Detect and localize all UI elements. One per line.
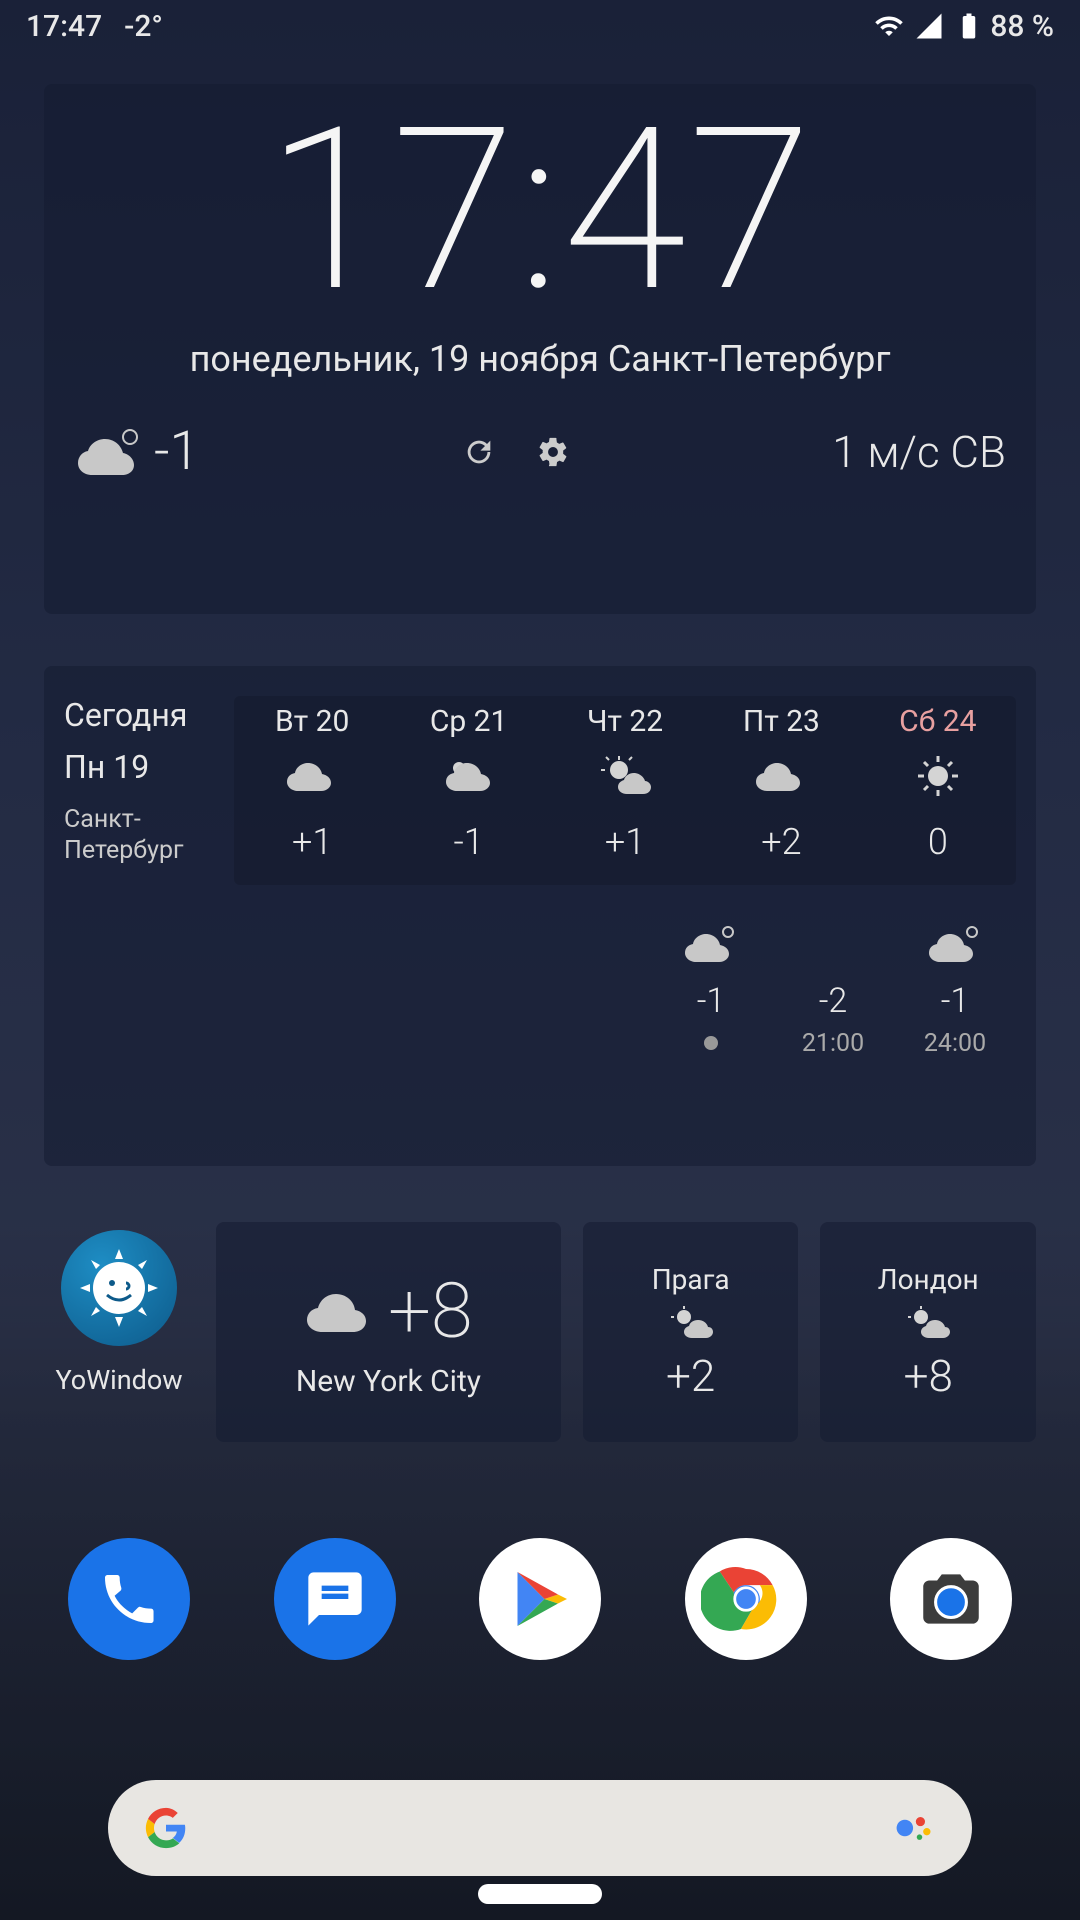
status-bar: 17:47 -2° 88 % (0, 0, 1080, 52)
hourly-temp: -1 (650, 981, 772, 1021)
current-temp: -1 (154, 420, 199, 483)
forecast-days-row: Вт 20 +1 Ср 21 -1 Чт 22 +1 Пт 23 +2 Сб 2… (234, 696, 1016, 885)
forecast-day[interactable]: Пт 23 +2 (703, 704, 859, 863)
forecast-day-label: Чт 22 (547, 704, 703, 739)
sun-icon (860, 753, 1016, 799)
forecast-day-label: Вт 20 (234, 704, 390, 739)
google-search-bar[interactable] (108, 1780, 972, 1876)
clock-date-city: понедельник, 19 ноября Санкт-Петербург (74, 338, 1006, 380)
wind-info: 1 м/с СВ (832, 426, 1006, 478)
gear-icon[interactable] (536, 435, 570, 469)
forecast-day[interactable]: Ср 21 -1 (390, 704, 546, 863)
cloud-icon (703, 753, 859, 799)
forecast-today-section: Сегодня Пн 19 Санкт- Петербург (64, 696, 234, 867)
forecast-day-temp: +1 (234, 821, 390, 863)
city-widget-small[interactable]: Прага +2 (583, 1222, 799, 1442)
forecast-day[interactable]: Вт 20 +1 (234, 704, 390, 863)
hourly-now-indicator (650, 1029, 772, 1057)
forecast-today-label: Сегодня (64, 696, 234, 734)
cellular-icon (914, 11, 944, 41)
current-weather: -1 (74, 420, 199, 483)
forecast-day[interactable]: Сб 24 0 (860, 704, 1016, 863)
app-play-store[interactable] (479, 1538, 601, 1660)
google-logo-icon (144, 1806, 188, 1850)
cloud-icon (304, 1288, 376, 1334)
hourly-cell[interactable]: -2 21:00 (772, 921, 894, 1057)
hourly-time: 21:00 (772, 1029, 894, 1057)
hourly-forecast-row: -1 -2 21:00 -1 24:00 (64, 921, 1016, 1057)
cloud-moon-icon (894, 921, 1016, 967)
battery-indicator: 88 % (954, 9, 1054, 44)
city-name: New York City (296, 1364, 481, 1399)
forecast-day-temp: -1 (390, 821, 546, 863)
status-bar-right: 88 % (874, 9, 1054, 44)
forecast-city: Санкт- Петербург (64, 804, 234, 867)
city-temp: +8 (904, 1350, 953, 1402)
wifi-icon (874, 11, 904, 41)
partly-cloud-icon (390, 753, 546, 799)
app-messages[interactable] (274, 1538, 396, 1660)
city-widget-small[interactable]: Лондон +8 (820, 1222, 1036, 1442)
forecast-today-day: Пн 19 (64, 748, 234, 786)
forecast-day-label: Пт 23 (703, 704, 859, 739)
forecast-day-temp: 0 (860, 821, 1016, 863)
battery-percent: 88 % (990, 9, 1054, 44)
status-bar-left: 17:47 -2° (26, 9, 163, 44)
forecast-day-label: Сб 24 (860, 704, 1016, 739)
assistant-icon[interactable] (892, 1806, 936, 1850)
forecast-day-label: Ср 21 (390, 704, 546, 739)
hourly-temp: -2 (772, 981, 894, 1021)
forecast-day-temp: +2 (703, 821, 859, 863)
app-dock (68, 1538, 1012, 1660)
mini-widgets-row: YoWindow +8 New York City Прага +2 Лондо… (44, 1222, 1036, 1468)
yowindow-icon (61, 1230, 177, 1346)
sun-cloud-icon (666, 1306, 716, 1342)
forecast-day[interactable]: Чт 22 +1 (547, 704, 703, 863)
navigation-home-pill[interactable] (478, 1884, 602, 1904)
hourly-cell[interactable]: -1 24:00 (894, 921, 1016, 1057)
hourly-temp: -1 (894, 981, 1016, 1021)
hourly-cell[interactable]: -1 (650, 921, 772, 1057)
status-temp: -2° (124, 9, 163, 44)
city-name: Прага (652, 1263, 730, 1296)
city-temp: +8 (388, 1266, 473, 1356)
refresh-icon[interactable] (462, 435, 496, 469)
clock-time: 17:47 (74, 92, 1006, 328)
forecast-day-temp: +1 (547, 821, 703, 863)
forecast-widget[interactable]: Сегодня Пн 19 Санкт- Петербург Вт 20 +1 … (44, 666, 1036, 1166)
cloud-icon (234, 753, 390, 799)
app-yowindow[interactable]: YoWindow (44, 1222, 194, 1468)
cloud-moon-icon (650, 921, 772, 967)
battery-icon (954, 11, 984, 41)
city-name: Лондон (878, 1263, 979, 1296)
cloud-moon-icon (74, 427, 146, 477)
city-temp: +2 (666, 1350, 715, 1402)
empty-icon (772, 921, 894, 967)
app-camera[interactable] (890, 1538, 1012, 1660)
clock-weather-widget[interactable]: 17:47 понедельник, 19 ноября Санкт-Петер… (44, 84, 1036, 614)
sun-cloud-icon (547, 753, 703, 799)
sun-cloud-icon (903, 1306, 953, 1342)
app-label: YoWindow (55, 1364, 182, 1396)
app-chrome[interactable] (685, 1538, 807, 1660)
app-phone[interactable] (68, 1538, 190, 1660)
status-time: 17:47 (26, 9, 102, 44)
hourly-time: 24:00 (894, 1029, 1016, 1057)
city-widget-main[interactable]: +8 New York City (216, 1222, 561, 1442)
